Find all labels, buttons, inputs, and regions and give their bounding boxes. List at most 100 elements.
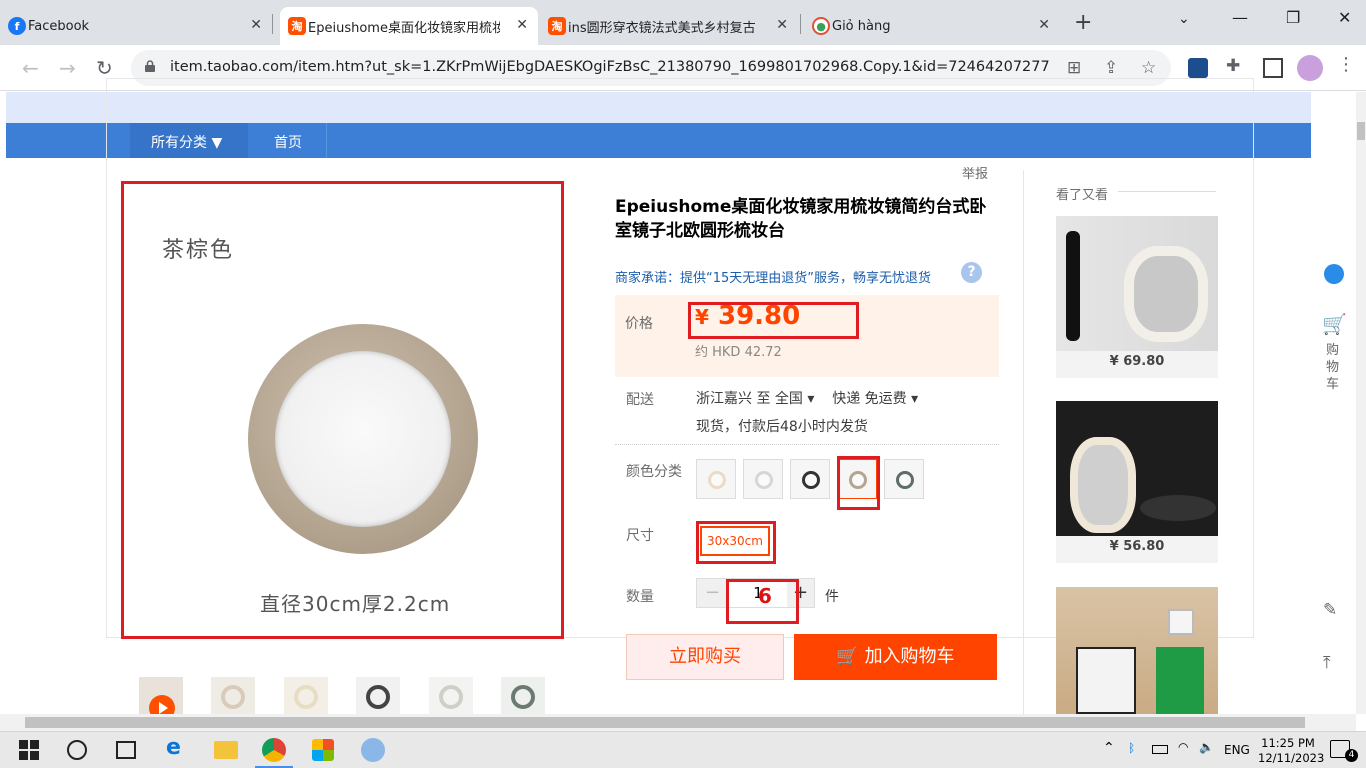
mirror-thumb-icon: [366, 685, 390, 709]
thumbnail-video[interactable]: [139, 677, 183, 717]
url-text: item.taobao.com/item.htm?ut_sk=1.ZKrPmWi…: [170, 59, 1050, 75]
cart-icon: 🛒: [836, 646, 865, 667]
title-rule: [1118, 191, 1216, 192]
main-product-image: 茶棕色 直径30cm厚2.2cm: [121, 181, 564, 639]
share-icon[interactable]: ⇪: [1104, 58, 1118, 78]
tab-title: ins圆形穿衣镜法式美式乡村复古: [568, 20, 756, 36]
wifi-icon[interactable]: ◠: [1178, 740, 1188, 754]
thumbnail[interactable]: [501, 677, 545, 717]
color-swatch-cream[interactable]: [696, 459, 736, 499]
color-swatch-black[interactable]: [790, 459, 830, 499]
tab-facebook[interactable]: f Facebook ✕: [0, 7, 272, 45]
file-explorer-icon[interactable]: [214, 741, 238, 759]
chrome-icon[interactable]: [262, 738, 286, 762]
recommend-item-2[interactable]: ¥ 56.80: [1056, 401, 1218, 563]
edit-icon[interactable]: ✎: [1323, 600, 1337, 620]
close-window-button[interactable]: ✕: [1338, 8, 1351, 27]
profile-avatar[interactable]: [1297, 55, 1323, 81]
recommend-image: [1056, 216, 1218, 351]
drawer-green: [1156, 647, 1204, 714]
swatch-ring-icon: [708, 471, 726, 489]
cart-site-icon: ●: [812, 17, 830, 35]
quantity-minus-button[interactable]: −: [697, 579, 728, 607]
recommend-price: ¥ 69.80: [1109, 354, 1165, 369]
thumbnail[interactable]: [429, 677, 473, 717]
windows-taskbar: e ⌃ ᛒ ◠ 🔈 ENG 11:25 PM 12/11/2023 4: [0, 731, 1366, 768]
vertical-scrollbar[interactable]: [1356, 92, 1366, 714]
volume-icon[interactable]: 🔈: [1199, 740, 1214, 754]
restore-button[interactable]: ❐: [1286, 8, 1300, 27]
horizontal-scrollbar[interactable]: [0, 714, 1356, 731]
add-to-cart-button[interactable]: 🛒 加入购物车: [794, 634, 997, 680]
language-indicator[interactable]: ENG: [1224, 743, 1250, 757]
facebook-icon: f: [8, 17, 26, 35]
puzzle-icon[interactable]: ✚: [1226, 56, 1246, 76]
new-tab-button[interactable]: +: [1074, 10, 1092, 35]
mirror-shape: [1124, 246, 1208, 342]
close-tab-icon[interactable]: ✕: [1038, 17, 1050, 33]
back-to-top-icon[interactable]: ⤒: [1323, 653, 1331, 673]
task-view-icon[interactable]: [116, 741, 136, 759]
extension-icon[interactable]: [1188, 58, 1208, 78]
merchant-promise[interactable]: 商家承诺：提供“15天无理由退货”服务，畅享无忧退货: [615, 267, 931, 286]
recommend-image: [1056, 401, 1218, 536]
tab-taobao-2[interactable]: 淘 ins圆形穿衣镜法式美式乡村复古 ✕: [540, 7, 798, 45]
scroll-thumb[interactable]: [1357, 122, 1365, 140]
tray-overflow-icon[interactable]: ⌃: [1103, 740, 1115, 756]
tab-search-icon[interactable]: ⌄: [1178, 11, 1190, 27]
quantity-label: 数量: [626, 589, 654, 605]
scroll-thumb[interactable]: [25, 717, 1305, 728]
color-swatch-green[interactable]: [884, 459, 924, 499]
tab-taobao-active[interactable]: 淘 Epeiushome桌面化妆镜家用梳妆 ✕: [280, 7, 538, 45]
shipping-method[interactable]: 快递 免运费 ▾: [832, 391, 918, 407]
thumbnail[interactable]: [356, 677, 400, 717]
mirror-thumb-icon: [511, 685, 535, 709]
store-icon[interactable]: [312, 739, 334, 761]
recommend-item-1[interactable]: ¥ 69.80: [1056, 216, 1218, 378]
clock[interactable]: 11:25 PM 12/11/2023: [1258, 736, 1324, 766]
translate-icon[interactable]: ⊞: [1067, 58, 1081, 78]
taobao-icon: 淘: [288, 17, 306, 35]
report-link[interactable]: 举报: [958, 163, 993, 182]
bluetooth-icon[interactable]: ᛒ: [1128, 741, 1135, 755]
buy-now-button[interactable]: 立即购买: [626, 634, 784, 680]
tab-cart[interactable]: ● Giỏ hàng ✕: [804, 7, 1060, 45]
cart-sidebar-icon[interactable]: 🛒: [1322, 312, 1347, 336]
reload-icon[interactable]: ↻: [96, 56, 113, 80]
shipping-destination[interactable]: 全国 ▾: [775, 391, 814, 407]
back-icon[interactable]: ←: [22, 56, 39, 80]
paint-icon[interactable]: [361, 738, 385, 762]
menu-icon[interactable]: ⋮: [1337, 54, 1357, 75]
shipping-label: 配送: [626, 392, 654, 408]
recommend-item-3[interactable]: [1056, 587, 1218, 714]
frame-shape: [1168, 609, 1194, 635]
forward-icon[interactable]: →: [59, 56, 76, 80]
close-tab-icon[interactable]: ✕: [250, 17, 262, 33]
bookmark-star-icon[interactable]: ☆: [1141, 58, 1156, 78]
tray-shape: [1140, 495, 1216, 521]
mirror-shape: [1070, 437, 1136, 533]
help-icon[interactable]: ?: [961, 262, 982, 283]
minimize-button[interactable]: —: [1232, 8, 1248, 27]
column-divider: [1023, 170, 1024, 730]
search-icon[interactable]: [67, 740, 87, 760]
shipping-info: 浙江嘉兴 至 全国 ▾ 快递 免运费 ▾: [696, 388, 918, 408]
thumbnail[interactable]: [284, 677, 328, 717]
swatch-ring-icon: [755, 471, 773, 489]
divider: [615, 444, 999, 445]
edge-icon[interactable]: e: [166, 735, 190, 760]
sidepanel-icon[interactable]: [1263, 58, 1283, 78]
battery-icon[interactable]: [1152, 745, 1168, 754]
close-tab-icon[interactable]: ✕: [516, 17, 528, 33]
annotation-box-color: [837, 456, 880, 510]
quantity-annotation: 6: [758, 584, 772, 608]
add-to-cart-label: 加入购物车: [864, 646, 955, 667]
recommend-image: [1056, 587, 1218, 714]
windows-start-icon[interactable]: [19, 740, 39, 760]
color-swatch-white[interactable]: [743, 459, 783, 499]
product-title: Epeiushome桌面化妆镜家用梳妆镜简约台式卧室镜子北欧圆形梳妆台: [615, 197, 987, 241]
cart-sidebar-label[interactable]: 购物车: [1326, 342, 1340, 393]
thumbnail[interactable]: [211, 677, 255, 717]
chat-bot-icon[interactable]: [1324, 264, 1344, 284]
close-tab-icon[interactable]: ✕: [776, 17, 788, 33]
